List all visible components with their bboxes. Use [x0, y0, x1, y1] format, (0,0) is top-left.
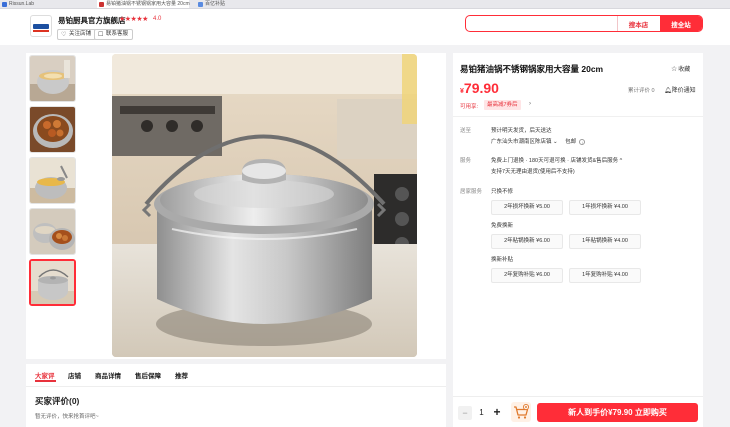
quantity-decrease-button[interactable]: −: [458, 406, 472, 420]
service-label: 服务: [460, 158, 472, 164]
tab-after-sales[interactable]: 售后保障: [135, 370, 161, 380]
price-value: 79.90: [463, 80, 499, 96]
browser-tab-active[interactable]: 易铂猪油锅不锈钢锅家用大容量 20cm: [97, 0, 190, 8]
shop-logo[interactable]: [30, 15, 52, 37]
site-favicon-icon: [99, 2, 104, 7]
product-price: ¥79.90: [460, 80, 499, 98]
browser-tab[interactable]: 百亿补贴: [196, 0, 256, 8]
delivery-address-text: 广东汕头市潮南区陈店镇: [491, 139, 552, 145]
delivery-eta: 预计明天发货，后天送达: [491, 128, 552, 134]
home-service-label: 居家服务: [460, 189, 483, 195]
service-line-1[interactable]: 免费上门退换 · 180天可退可换 · 店铺发货&售后服务 ^: [491, 156, 622, 164]
cart-icon: [514, 403, 530, 419]
site-favicon-icon: [198, 2, 203, 7]
product-title: 易铂猪油锅不锈钢锅家用大容量 20cm: [460, 64, 604, 74]
add-to-cart-button[interactable]: [511, 402, 531, 422]
heart-icon: ♡: [61, 32, 67, 38]
help-icon[interactable]: i: [579, 138, 586, 145]
browser-tab[interactable]: Rissun.Lab: [0, 0, 88, 8]
active-tab-indicator: [35, 380, 56, 382]
favorite-button[interactable]: ☆收藏: [671, 64, 690, 73]
main-product-image[interactable]: [112, 54, 417, 357]
shop-rating-stars: ★★★★★: [119, 16, 148, 23]
service-group-title: 换新补贴: [491, 257, 514, 263]
divider: [453, 396, 703, 397]
buy-now-button[interactable]: 新人到手价¥79.90 立即购买: [537, 403, 698, 422]
service-group-title: 只换不修: [491, 189, 514, 195]
review-count: 累计评价 0: [628, 88, 655, 94]
search-input[interactable]: [470, 18, 620, 29]
chevron-up-icon: ^: [618, 158, 623, 164]
logo-mark-accent: [33, 30, 49, 32]
service-option[interactable]: 2年复购补贴 ¥6.00: [491, 268, 563, 283]
reviews-empty-text: 暂无评价，快来抢首评吧~: [35, 414, 99, 420]
follow-shop-label: 关注店铺: [69, 31, 92, 37]
search-site-button[interactable]: 搜全站: [660, 16, 702, 31]
available-offers-label: 可用享:: [460, 104, 479, 110]
delivery-address[interactable]: 广东汕头市潮南区陈店镇 ⌄ 包邮 i: [491, 137, 586, 145]
thumbnail-5-selected[interactable]: [29, 259, 76, 306]
shipping-text: 包邮: [565, 139, 577, 145]
tab-reviews[interactable]: 大家评: [35, 370, 55, 380]
browser-tab-strip: Rissun.Lab 易铂猪油锅不锈钢锅家用大容量 20cm 百亿补贴: [0, 0, 730, 9]
tab-recommend[interactable]: 推荐: [175, 370, 188, 380]
service-option[interactable]: 1年损坏换新 ¥4.00: [569, 200, 641, 215]
browser-tab-title: 百亿补贴: [205, 1, 226, 7]
thumbnail-2[interactable]: [29, 106, 76, 153]
browser-tab-title: Rissun.Lab: [9, 1, 35, 7]
quantity-value[interactable]: 1: [477, 408, 486, 417]
chevron-down-icon: ⌄: [551, 139, 560, 145]
service-line-1-text: 免费上门退换 · 180天可退可换 · 店铺发货&售后服务: [491, 158, 619, 164]
contact-service-label: 联系客服: [106, 31, 129, 37]
star-icon: ☆: [671, 66, 678, 73]
delivery-label: 送至: [460, 128, 472, 134]
price-alert-label: 降价通知: [671, 88, 696, 94]
service-option[interactable]: 1年复购补贴 ¥4.00: [569, 268, 641, 283]
follow-shop-button[interactable]: ♡ 关注店铺: [57, 29, 97, 40]
quantity-increase-button[interactable]: +: [490, 405, 504, 419]
tab-store[interactable]: 店铺: [68, 370, 81, 380]
tab-details[interactable]: 商品详情: [95, 370, 121, 380]
service-group-title: 免费换新: [491, 223, 514, 229]
favorite-label: 收藏: [678, 67, 691, 73]
divider: [453, 116, 703, 117]
bell-icon: 🔔︎: [664, 88, 672, 94]
shop-name[interactable]: 易铂厨具官方旗舰店: [58, 15, 126, 26]
browser-tab-title: 易铂猪油锅不锈钢锅家用大容量 20cm: [106, 1, 190, 7]
thumbnail-3[interactable]: [29, 157, 76, 204]
contact-service-button[interactable]: ☐ 联系客服: [94, 29, 134, 40]
shop-rating-score: 4.0: [153, 16, 162, 22]
thumbnail-4[interactable]: [29, 208, 76, 255]
logo-mark: [33, 24, 49, 29]
divider: [26, 386, 446, 387]
price-alert-button[interactable]: 🔔︎降价通知: [664, 85, 696, 94]
service-option[interactable]: 2年损坏换新 ¥5.00: [491, 200, 563, 215]
service-option[interactable]: 2年粘锅换新 ¥6.00: [491, 234, 563, 249]
site-favicon-icon: [2, 2, 7, 7]
coupon-badge[interactable]: 最高减7券后: [484, 100, 521, 110]
search-store-button[interactable]: 搜本店: [617, 16, 659, 31]
chevron-right-icon[interactable]: ›: [529, 101, 531, 107]
chat-icon: ☐: [98, 32, 104, 38]
reviews-title: 买家评价(0): [35, 396, 80, 406]
service-option[interactable]: 1年粘锅换新 ¥4.00: [569, 234, 641, 249]
service-line-2: 支持7天无理由退货(使用后不支持): [491, 169, 575, 175]
thumbnail-1[interactable]: [29, 55, 76, 102]
